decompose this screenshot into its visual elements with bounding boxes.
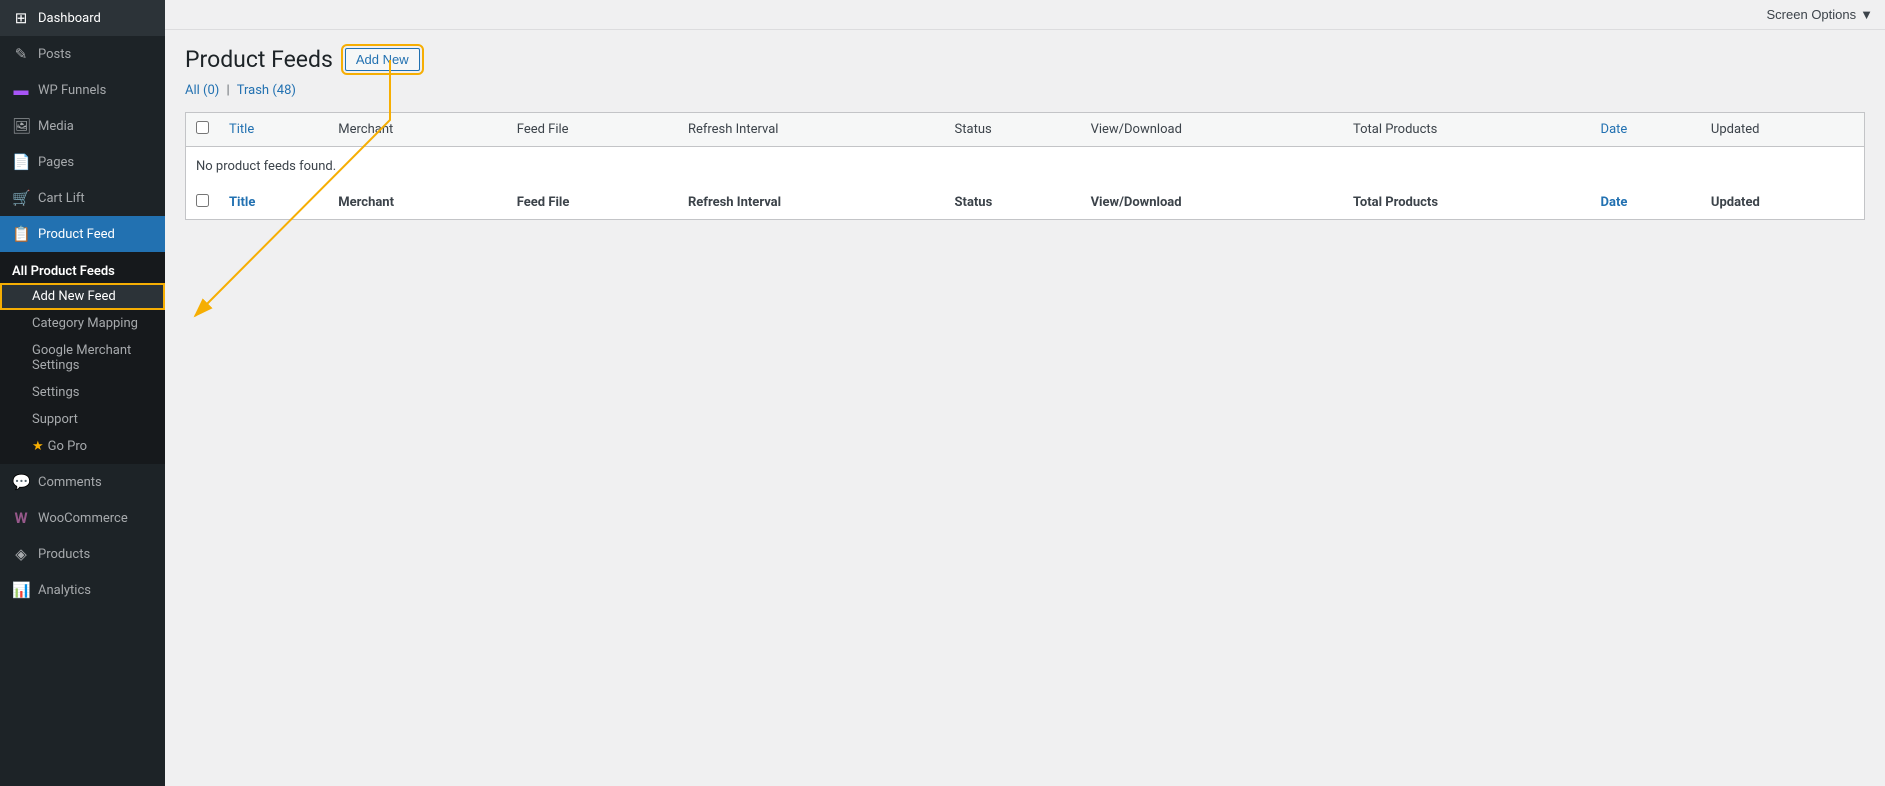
tfoot-date: Date xyxy=(1591,186,1701,220)
th-merchant: Merchant xyxy=(328,113,507,147)
submenu-item-google-merchant-settings[interactable]: Google Merchant Settings xyxy=(0,337,165,379)
th-checkbox xyxy=(186,113,220,147)
table-header-row: Title Merchant Feed File Refresh Interva… xyxy=(186,113,1865,147)
submenu-item-settings[interactable]: Settings xyxy=(0,379,165,406)
submenu-item-add-new-feed[interactable]: Add New Feed xyxy=(0,283,165,310)
sidebar-label-media: Media xyxy=(38,119,74,134)
sidebar-item-wp-funnels[interactable]: ▬ WP Funnels xyxy=(0,72,165,108)
filter-separator: | xyxy=(227,83,230,98)
sidebar-item-product-feed[interactable]: 📋 Product Feed xyxy=(0,216,165,252)
dropdown-icon: ▼ xyxy=(1860,7,1873,22)
sidebar-label-product-feed: Product Feed xyxy=(38,227,115,242)
screen-options-button[interactable]: Screen Options ▼ xyxy=(1767,7,1873,22)
th-feed-file: Feed File xyxy=(507,113,678,147)
empty-message: No product feeds found. xyxy=(186,147,1865,187)
th-view-download: View/Download xyxy=(1081,113,1343,147)
tfoot-checkbox xyxy=(186,186,220,220)
sidebar-label-comments: Comments xyxy=(38,475,102,490)
screen-options-label: Screen Options xyxy=(1767,7,1857,22)
select-all-checkbox[interactable] xyxy=(196,121,209,134)
add-new-button[interactable]: Add New xyxy=(345,48,420,71)
page-header: Product Feeds Add New xyxy=(185,46,1865,73)
tfoot-view-download: View/Download xyxy=(1081,186,1343,220)
main-content: Screen Options ▼ Product Feeds Add New A… xyxy=(165,0,1885,786)
product-feeds-table: Title Merchant Feed File Refresh Interva… xyxy=(185,112,1865,220)
products-icon: ◈ xyxy=(12,545,30,563)
sidebar-item-dashboard[interactable]: ⊞ Dashboard xyxy=(0,0,165,36)
sidebar-item-comments[interactable]: 💬 Comments xyxy=(0,464,165,500)
analytics-icon: 📊 xyxy=(12,581,30,599)
product-feed-submenu: All Product Feeds Add New Feed Category … xyxy=(0,252,165,464)
th-date: Date xyxy=(1591,113,1701,147)
cart-lift-icon: 🛒 xyxy=(12,189,30,207)
topbar: Screen Options ▼ xyxy=(165,0,1885,30)
sidebar-label-products: Products xyxy=(38,547,90,562)
sidebar: ⊞ Dashboard ✎ Posts ▬ WP Funnels 🖼 Media… xyxy=(0,0,165,786)
page-title: Product Feeds xyxy=(185,46,333,73)
sidebar-item-woocommerce[interactable]: W WooCommerce xyxy=(0,500,165,536)
submenu-section-title: All Product Feeds xyxy=(0,256,165,283)
th-refresh-interval: Refresh Interval xyxy=(678,113,945,147)
product-feed-icon: 📋 xyxy=(12,225,30,243)
comments-icon: 💬 xyxy=(12,473,30,491)
sidebar-label-posts: Posts xyxy=(38,47,71,62)
submenu-item-support[interactable]: Support xyxy=(0,406,165,433)
tfoot-merchant: Merchant xyxy=(328,186,507,220)
filter-all[interactable]: All (0) xyxy=(185,83,219,98)
sidebar-label-woocommerce: WooCommerce xyxy=(38,511,128,526)
th-updated: Updated xyxy=(1701,113,1865,147)
submenu-item-go-pro[interactable]: ★ Go Pro xyxy=(0,433,165,460)
th-status: Status xyxy=(945,113,1081,147)
wp-funnels-icon: ▬ xyxy=(12,81,30,99)
tfoot-status: Status xyxy=(945,186,1081,220)
sidebar-item-media[interactable]: 🖼 Media xyxy=(0,108,165,144)
table-footer-row: Title Merchant Feed File Refresh Interva… xyxy=(186,186,1865,220)
sidebar-item-pages[interactable]: 📄 Pages xyxy=(0,144,165,180)
sidebar-item-products[interactable]: ◈ Products xyxy=(0,536,165,572)
sidebar-label-pages: Pages xyxy=(38,155,74,170)
pages-icon: 📄 xyxy=(12,153,30,171)
posts-icon: ✎ xyxy=(12,45,30,63)
tfoot-refresh-interval: Refresh Interval xyxy=(678,186,945,220)
table-empty-row: No product feeds found. xyxy=(186,147,1865,187)
th-title: Title xyxy=(219,113,328,147)
filter-trash[interactable]: Trash (48) xyxy=(237,83,296,98)
sidebar-label-wp-funnels: WP Funnels xyxy=(38,83,106,98)
select-all-checkbox-footer[interactable] xyxy=(196,194,209,207)
submenu-item-category-mapping[interactable]: Category Mapping xyxy=(0,310,165,337)
sidebar-label-analytics: Analytics xyxy=(38,583,91,598)
tfoot-feed-file: Feed File xyxy=(507,186,678,220)
sidebar-item-posts[interactable]: ✎ Posts xyxy=(0,36,165,72)
dashboard-icon: ⊞ xyxy=(12,9,30,27)
sidebar-item-cart-lift[interactable]: 🛒 Cart Lift xyxy=(0,180,165,216)
th-total-products: Total Products xyxy=(1343,113,1591,147)
sidebar-label-cart-lift: Cart Lift xyxy=(38,191,85,206)
filter-links: All (0) | Trash (48) xyxy=(185,83,1865,98)
tfoot-total-products: Total Products xyxy=(1343,186,1591,220)
sidebar-item-analytics[interactable]: 📊 Analytics xyxy=(0,572,165,608)
media-icon: 🖼 xyxy=(12,117,30,135)
page-content: Product Feeds Add New All (0) | Trash (4… xyxy=(165,30,1885,786)
sidebar-label-dashboard: Dashboard xyxy=(38,11,101,26)
tfoot-updated: Updated xyxy=(1701,186,1865,220)
tfoot-title: Title xyxy=(219,186,328,220)
woocommerce-icon: W xyxy=(12,509,30,527)
